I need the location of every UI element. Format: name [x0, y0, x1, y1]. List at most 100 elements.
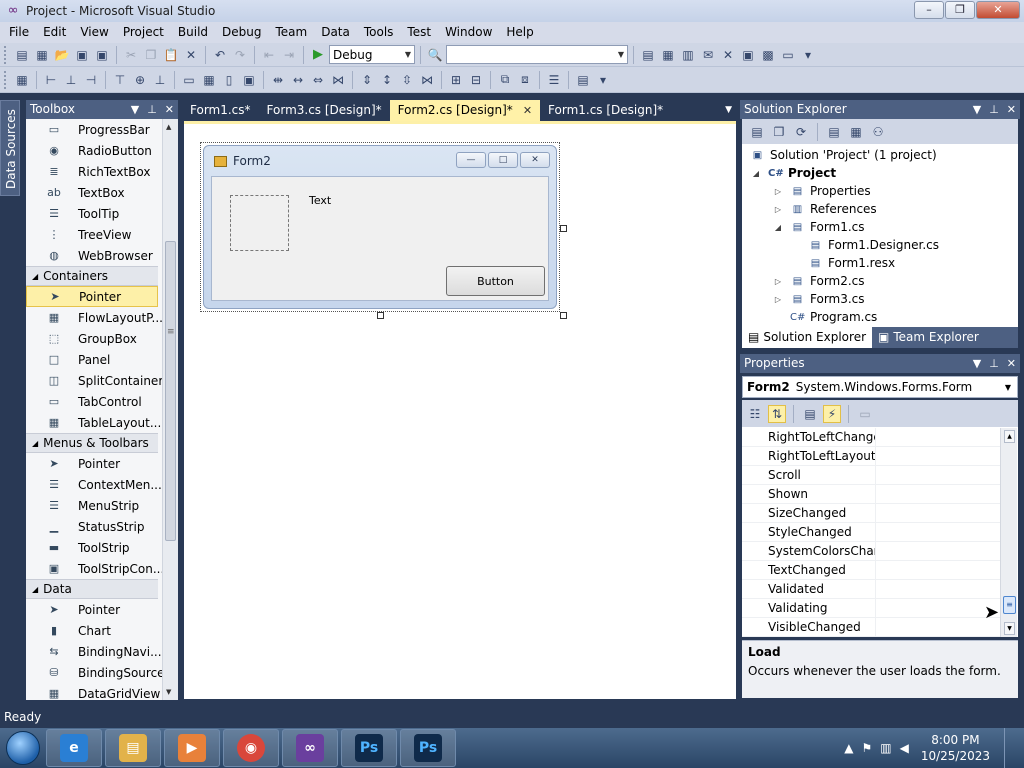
toolbox-category[interactable]: ◢ Menus & Toolbars: [26, 433, 158, 453]
toolbox-item[interactable]: ◉ RadioButton: [26, 140, 178, 161]
tab-form1-cs[interactable]: Form1.cs*: [182, 100, 259, 121]
align-tops-icon[interactable]: ⊤: [111, 71, 129, 89]
taskbar-ie[interactable]: e: [46, 729, 102, 767]
tab-form2-design[interactable]: Form2.cs [Design]* ✕: [389, 100, 541, 121]
tab-solution-explorer[interactable]: ▤ Solution Explorer: [742, 327, 873, 348]
tree-node[interactable]: ▷ ▤ Properties: [772, 182, 871, 200]
event-handler-value[interactable]: [876, 542, 1000, 560]
event-row[interactable]: Validated: [742, 580, 1000, 599]
horizontal-spacing-icon[interactable]: ⇹: [269, 71, 287, 89]
event-row[interactable]: Shown: [742, 485, 1000, 504]
toolbox-item[interactable]: ⇆ BindingNavi...: [26, 641, 178, 662]
menu-data[interactable]: Data: [314, 22, 357, 43]
toolbox-item[interactable]: ➤ Pointer: [26, 453, 178, 474]
event-row[interactable]: Scroll: [742, 466, 1000, 485]
minimize-button[interactable]: –: [914, 1, 944, 19]
view-code-icon[interactable]: ▤: [825, 123, 843, 141]
center-vertically-icon[interactable]: ⊟: [467, 71, 485, 89]
show-desktop-button[interactable]: [1004, 728, 1018, 768]
toolbox-category[interactable]: ◢ Containers: [26, 266, 158, 286]
event-row[interactable]: SizeChanged: [742, 504, 1000, 523]
toolbox-icon[interactable]: ✉: [699, 46, 717, 64]
close-icon[interactable]: ✕: [1007, 100, 1016, 119]
menu-debug[interactable]: Debug: [215, 22, 268, 43]
toolbox-item[interactable]: ▬ ToolStrip: [26, 537, 178, 558]
close-button[interactable]: ✕: [976, 1, 1020, 19]
alphabetical-icon[interactable]: ⇅: [768, 404, 786, 423]
expander-icon[interactable]: ◢: [772, 223, 784, 232]
dropdown-icon[interactable]: ▼: [131, 100, 139, 119]
properties-view-icon[interactable]: ▤: [801, 405, 819, 423]
scroll-down-icon[interactable]: ▼: [1004, 622, 1015, 635]
command-window-icon[interactable]: ▭: [779, 46, 797, 64]
object-browser-icon[interactable]: ▥: [679, 46, 697, 64]
event-row[interactable]: RightToLeftChangec: [742, 428, 1000, 447]
toolbar-options-icon[interactable]: ▾: [594, 71, 612, 89]
scroll-up-icon[interactable]: ▲: [1004, 430, 1015, 443]
align-centers-icon[interactable]: ⊥: [62, 71, 80, 89]
navigate-backward-icon[interactable]: ⇤: [260, 46, 278, 64]
save-all-icon[interactable]: ▣: [93, 46, 111, 64]
toolbox-item[interactable]: ⬚ GroupBox: [26, 328, 178, 349]
scroll-thumb[interactable]: [165, 241, 176, 541]
vertical-spacing-icon[interactable]: ⇕: [358, 71, 376, 89]
find-in-files-icon[interactable]: 🔍: [426, 46, 444, 64]
data-sources-tab[interactable]: Data Sources: [0, 100, 20, 196]
toolbox-item[interactable]: ⋮ TreeView: [26, 224, 178, 245]
expander-icon[interactable]: ▷: [772, 277, 784, 286]
copy-icon[interactable]: ❐: [142, 46, 160, 64]
close-icon[interactable]: ✕: [1007, 354, 1016, 373]
event-row[interactable]: RightToLeftLayoutC: [742, 447, 1000, 466]
taskbar-photoshop-2[interactable]: Ps: [400, 729, 456, 767]
event-handler-value[interactable]: [876, 599, 1000, 617]
close-tab-icon[interactable]: ✕: [523, 100, 532, 121]
tab-team-explorer[interactable]: ▣ Team Explorer: [872, 327, 985, 348]
tab-dropdown-icon[interactable]: ▼: [725, 100, 738, 121]
show-all-files-icon[interactable]: ❐: [770, 123, 788, 141]
picture-box-control[interactable]: [230, 195, 289, 251]
align-bottoms-icon[interactable]: ⊥: [151, 71, 169, 89]
object-selector[interactable]: Form2 System.Windows.Forms.Form ▼: [742, 376, 1018, 398]
view-designer-icon[interactable]: ▦: [847, 123, 865, 141]
toolbox-scrollbar[interactable]: ▲ ≡ ▼: [162, 119, 178, 700]
tree-node[interactable]: C# Program.cs: [772, 308, 877, 326]
toolbox-item[interactable]: ▣ ToolStripCon...: [26, 558, 178, 579]
tab-form3-design[interactable]: Form3.cs [Design]*: [259, 100, 390, 121]
menu-project[interactable]: Project: [116, 22, 171, 43]
categorized-icon[interactable]: ☷: [746, 405, 764, 423]
toolbox-item[interactable]: ☰ MenuStrip: [26, 495, 178, 516]
toolbox-item[interactable]: ➤ Pointer: [26, 599, 178, 620]
toolbox-item[interactable]: ⛁ BindingSource: [26, 662, 178, 683]
toolbar-grip[interactable]: [4, 70, 8, 89]
toolbox-item[interactable]: ≣ RichTextBox: [26, 161, 178, 182]
properties-scrollbar[interactable]: ▲ ≡ ▼: [1000, 428, 1017, 637]
volume-icon[interactable]: ◀: [900, 741, 909, 755]
find-combo[interactable]: ▼: [446, 45, 628, 64]
scroll-down-icon[interactable]: ▼: [166, 688, 171, 696]
view-class-diagram-icon[interactable]: ⚇: [869, 123, 887, 141]
toolbar-grip[interactable]: [4, 45, 8, 64]
align-rights-icon[interactable]: ⊣: [82, 71, 100, 89]
toolbox-item[interactable]: ▭ ProgressBar: [26, 119, 178, 140]
tree-node[interactable]: ▤ Form1.Designer.cs: [790, 236, 939, 254]
tab-form1-design[interactable]: Form1.cs [Design]*: [540, 100, 671, 121]
make-same-width-icon[interactable]: ▭: [180, 71, 198, 89]
start-page-icon[interactable]: ▣: [739, 46, 757, 64]
form-designer[interactable]: Form2 — □ ✕ Text Button: [200, 142, 560, 312]
resize-handle-right[interactable]: [560, 225, 567, 232]
save-icon[interactable]: ▣: [73, 46, 91, 64]
align-middles-icon[interactable]: ⊕: [131, 71, 149, 89]
toolbox-item[interactable]: ☰ ContextMen...: [26, 474, 178, 495]
menu-edit[interactable]: Edit: [36, 22, 73, 43]
form-client-area[interactable]: Text Button: [211, 176, 549, 301]
paste-icon[interactable]: 📋: [162, 46, 180, 64]
start-debugging-icon[interactable]: ▶: [309, 46, 327, 64]
event-handler-value[interactable]: [876, 580, 1000, 598]
toolbox-item[interactable]: ◫ SplitContainer: [26, 370, 178, 391]
toolbox-item[interactable]: ▁ StatusStrip: [26, 516, 178, 537]
expander-icon[interactable]: ▷: [772, 187, 784, 196]
resize-handle-bottom[interactable]: [377, 312, 384, 319]
event-handler-value[interactable]: [876, 618, 1000, 636]
toolbox-category[interactable]: ◢ Data: [26, 579, 158, 599]
properties-icon[interactable]: ▤: [748, 123, 766, 141]
